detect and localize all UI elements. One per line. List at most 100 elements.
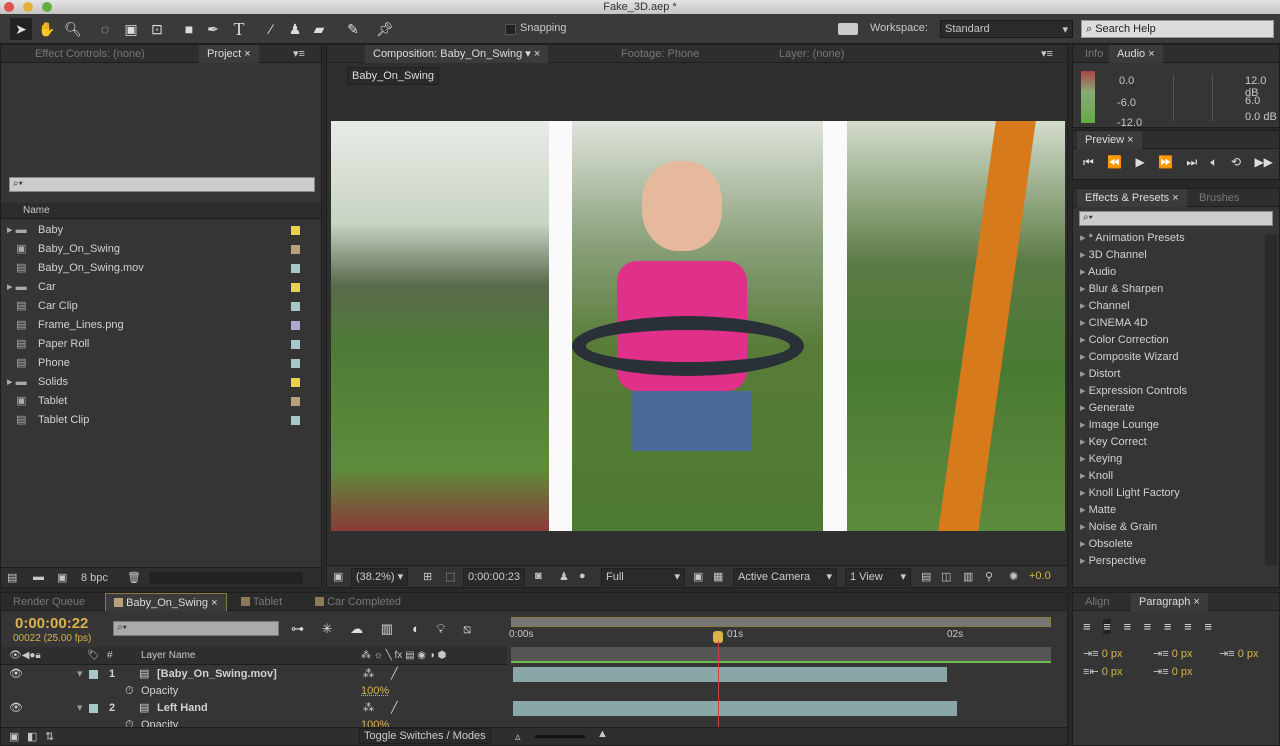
new-comp-icon[interactable]: ▣	[57, 571, 67, 584]
bpc-label[interactable]: 8 bpc	[81, 572, 108, 584]
project-item[interactable]: ▤ Baby_On_Swing.mov	[1, 259, 319, 278]
layer-name[interactable]: [Baby_On_Swing.mov]	[157, 666, 277, 683]
rotate-tool[interactable]: ◌	[94, 18, 116, 40]
quality-switch[interactable]: ╱	[391, 700, 398, 717]
roto-brush-tool[interactable]: ✎	[342, 18, 364, 40]
magnification-dropdown[interactable]: (38.2%) ▾	[351, 568, 409, 586]
label-color-swatch[interactable]	[291, 359, 300, 368]
expand-in-out-icon[interactable]: ⇅	[45, 730, 54, 743]
play-icon[interactable]: ▶	[1135, 155, 1144, 169]
last-frame-icon[interactable]: ⏭	[1186, 155, 1197, 169]
layer-row[interactable]: 👁︎ ▾ 2 ▤ Left Hand ⁂ ╱	[1, 700, 1051, 717]
pan-behind-tool[interactable]: ⊡	[146, 18, 168, 40]
loop-icon[interactable]: ⟲	[1231, 155, 1241, 169]
next-frame-icon[interactable]: ⏩	[1158, 155, 1173, 169]
hand-tool[interactable]: ✋	[36, 18, 58, 40]
zoom-out-icon[interactable]: ▵	[515, 730, 521, 743]
project-item[interactable]: ▸ ▬ Baby	[1, 221, 319, 240]
panel-menu-icon[interactable]: ▾≡	[1033, 45, 1061, 63]
tab-info[interactable]: Info	[1077, 45, 1111, 63]
panel-menu-icon[interactable]: ▾≡	[285, 45, 313, 63]
label-color-swatch[interactable]	[291, 397, 300, 406]
tab-audio[interactable]: Audio ×	[1109, 45, 1163, 63]
current-time[interactable]: 0:00:00:22	[15, 615, 88, 632]
indent-first-line[interactable]: ⇥≡ 0 px	[1219, 647, 1259, 660]
project-item[interactable]: ▣ Baby_On_Swing	[1, 240, 319, 259]
label-color-swatch[interactable]	[291, 264, 300, 273]
shy-icon[interactable]: ☁	[350, 621, 363, 636]
effect-category[interactable]: ▸ Matte	[1080, 502, 1116, 519]
layer-row[interactable]: 👁︎ ▾ 1 ▤ [Baby_On_Swing.mov] ⁂ ╱	[1, 666, 1051, 683]
effect-category[interactable]: ▸ Expression Controls	[1080, 383, 1187, 400]
label-color-swatch[interactable]	[291, 416, 300, 425]
shy-switch[interactable]: ⁂	[363, 666, 374, 683]
indent-left-value[interactable]: 0 px	[1102, 648, 1123, 660]
audio-sliders[interactable]	[1173, 75, 1213, 121]
transparency-grid-icon[interactable]: ▦	[713, 570, 723, 583]
search-help-input[interactable]: ⌕ Search Help	[1081, 20, 1274, 38]
tab-layer[interactable]: Layer: (none)	[771, 45, 852, 63]
space-before-value[interactable]: 0 px	[1172, 648, 1193, 660]
workspace-gear-icon[interactable]	[838, 23, 858, 35]
time-navigator[interactable]	[511, 617, 1051, 627]
effect-category[interactable]: ▸ Noise & Grain	[1080, 519, 1157, 536]
project-item[interactable]: ▸ ▬ Solids	[1, 373, 319, 392]
project-item[interactable]: ▤ Car Clip	[1, 297, 319, 316]
project-item[interactable]: ▸ ▬ Car	[1, 278, 319, 297]
label-color-swatch[interactable]	[291, 283, 300, 292]
effect-category[interactable]: ▸ Distort	[1080, 366, 1120, 383]
project-item[interactable]: ▣ Tablet	[1, 392, 319, 411]
zoom-slider[interactable]	[535, 735, 585, 738]
align-right-icon[interactable]: ≡	[1123, 619, 1131, 634]
effect-category[interactable]: ▸ Audio	[1080, 264, 1116, 281]
project-item[interactable]: ▤ Paper Roll	[1, 335, 319, 354]
region-of-interest-icon[interactable]: ▣	[693, 570, 703, 583]
indent-right-value[interactable]: 0 px	[1102, 666, 1123, 678]
tab-car-completed[interactable]: Car Completed	[307, 593, 409, 611]
effect-category[interactable]: ▸ Blur & Sharpen	[1080, 281, 1163, 298]
effect-category[interactable]: ▸ Key Correct	[1080, 434, 1147, 451]
motion-blur-icon[interactable]: ◖	[411, 621, 419, 636]
clone-stamp-tool[interactable]: ♟	[284, 18, 306, 40]
effects-search-input[interactable]: ⌕▾	[1079, 211, 1273, 226]
justify-center-icon[interactable]: ≡	[1164, 619, 1172, 634]
first-frame-icon[interactable]: ⏮	[1083, 155, 1094, 169]
camera-dropdown[interactable]: Active Camera ▾	[733, 568, 837, 586]
expand-layer-switches-icon[interactable]: ▣	[9, 730, 19, 743]
property-value[interactable]: 100%	[361, 683, 389, 700]
space-before[interactable]: ⇥≡ 0 px	[1153, 647, 1193, 660]
tab-tablet[interactable]: Tablet	[233, 593, 290, 611]
timeline-icon[interactable]: ▥	[963, 570, 973, 583]
layer-name[interactable]: Left Hand	[157, 700, 208, 717]
current-time-display[interactable]: 0:00:00:23	[463, 568, 525, 586]
label-color-swatch[interactable]	[291, 340, 300, 349]
effect-category[interactable]: ▸ CINEMA 4D	[1080, 315, 1148, 332]
timeline-search-input[interactable]: ⌕▾	[113, 621, 279, 636]
effect-category[interactable]: ▸ Composite Wizard	[1080, 349, 1178, 366]
channel-icon[interactable]: ●	[579, 570, 586, 582]
snapping-checkbox[interactable]	[505, 24, 516, 35]
label-color-swatch[interactable]	[291, 302, 300, 311]
fast-previews-icon[interactable]: ◫	[941, 570, 951, 583]
effect-category[interactable]: ▸ Color Correction	[1080, 332, 1169, 349]
expand-modes-icon[interactable]: ◧	[27, 730, 37, 743]
effect-category[interactable]: ▸ * Animation Presets	[1080, 230, 1185, 247]
effect-category[interactable]: ▸ Knoll	[1080, 468, 1113, 485]
visibility-eye-icon[interactable]: 👁︎	[9, 666, 23, 683]
visibility-eye-icon[interactable]: 👁︎	[9, 700, 23, 717]
effect-category[interactable]: ▸ Image Lounge	[1080, 417, 1159, 434]
tab-effects-presets[interactable]: Effects & Presets ×	[1077, 189, 1187, 207]
workspace-dropdown[interactable]: Standard ▾	[940, 20, 1073, 38]
tab-baby-on-swing[interactable]: Baby_On_Swing ×	[105, 593, 227, 611]
show-snapshot-icon[interactable]: ♟	[559, 570, 569, 583]
comp-breadcrumb[interactable]: Baby_On_Swing	[347, 67, 439, 85]
reset-exposure-icon[interactable]: ✺	[1009, 570, 1018, 583]
tab-preview[interactable]: Preview ×	[1077, 131, 1142, 149]
label-color-swatch[interactable]	[89, 670, 98, 679]
rectangle-tool[interactable]: ■	[178, 18, 200, 40]
new-folder-icon[interactable]: ▬	[33, 571, 44, 583]
composition-viewer-image[interactable]	[331, 121, 1065, 531]
work-area-bar[interactable]	[511, 647, 1051, 663]
flowchart-icon[interactable]: ⚲	[985, 570, 993, 583]
horizontal-scrollbar[interactable]	[149, 572, 303, 584]
